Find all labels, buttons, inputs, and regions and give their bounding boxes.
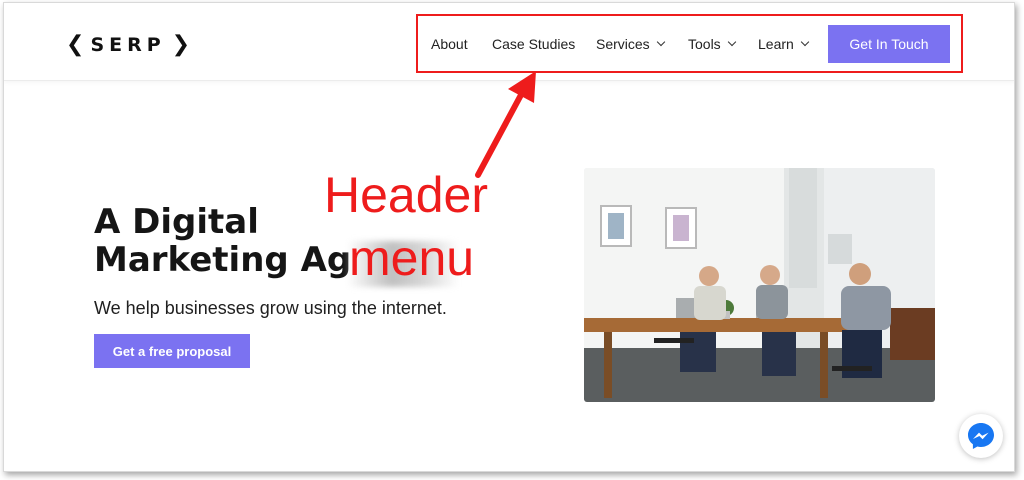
nav-about[interactable]: About (431, 36, 468, 52)
chevron-down-icon (800, 37, 810, 47)
hero-subtitle: We help businesses grow using the intern… (94, 298, 447, 318)
messenger-icon (968, 423, 994, 449)
header-menu: About Case Studies Services Tools Learn … (416, 14, 963, 73)
logo[interactable]: ❮ SERP ❯ (66, 33, 190, 57)
screenshot-frame: ❮ SERP ❯ About Case Studies Services Too… (3, 2, 1015, 472)
logo-chevron-left-icon: ❮ (66, 32, 85, 57)
logo-chevron-right-icon: ❯ (171, 32, 191, 57)
nav-services[interactable]: Services (596, 36, 665, 52)
nav-tools[interactable]: Tools (688, 36, 736, 52)
nav-learn-label: Learn (758, 36, 794, 52)
logo-text: SERP (90, 34, 166, 56)
nav-tools-label: Tools (688, 36, 721, 52)
office-team-photo (584, 168, 935, 402)
nav-case-studies[interactable]: Case Studies (492, 36, 575, 52)
site-header: ❮ SERP ❯ About Case Studies Services Too… (4, 3, 1014, 81)
annotation-label-menu: menu (349, 230, 475, 286)
chevron-down-icon (727, 37, 736, 47)
chevron-down-icon (656, 37, 665, 47)
annotation-label-header: Header (324, 167, 488, 223)
nav-services-label: Services (596, 36, 650, 52)
free-proposal-button[interactable]: Get a free proposal (94, 334, 250, 368)
messenger-chat-button[interactable] (959, 414, 1003, 458)
get-in-touch-button[interactable]: Get In Touch (828, 25, 950, 63)
nav-learn[interactable]: Learn (758, 36, 810, 52)
